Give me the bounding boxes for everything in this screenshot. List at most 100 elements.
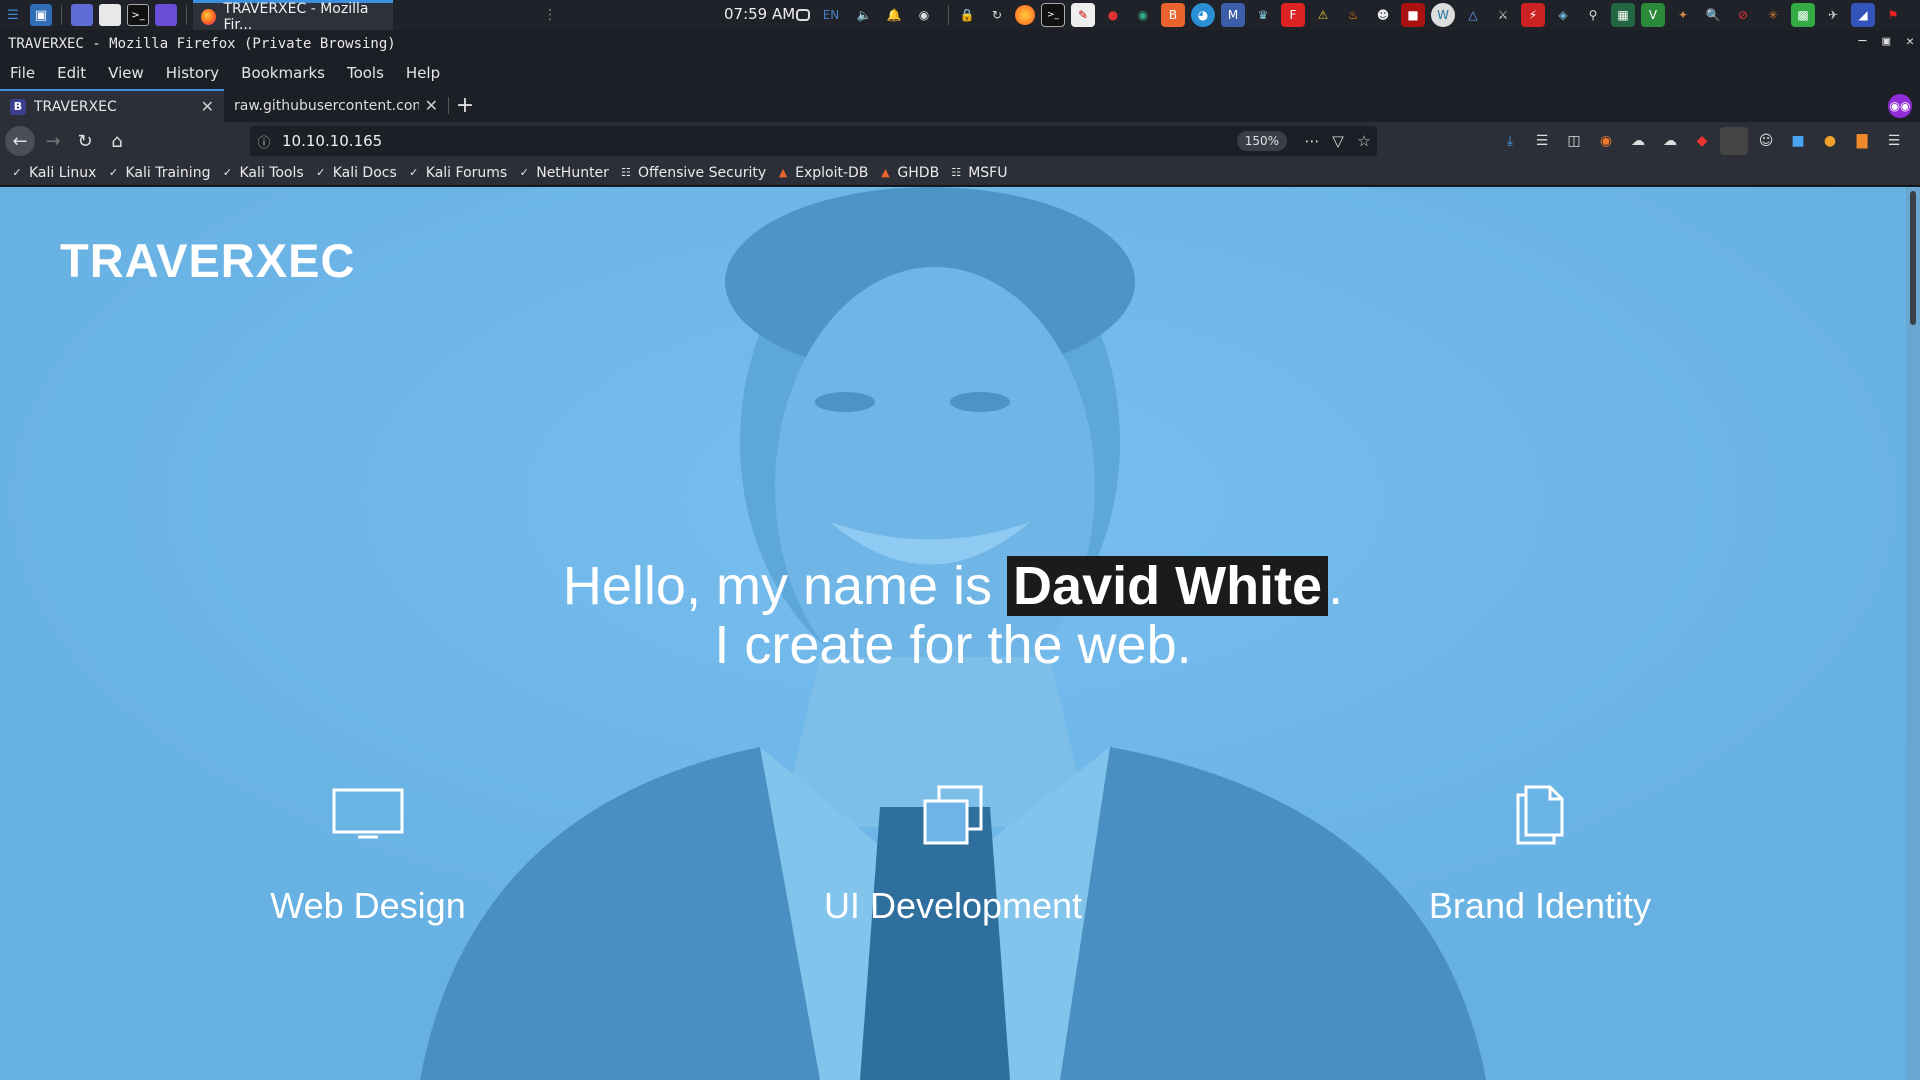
tab-github-raw[interactable]: raw.githubusercontent.com/ ✕ xyxy=(224,89,448,122)
display-icon[interactable] xyxy=(796,9,810,21)
knife-tool-icon[interactable]: ⚔ xyxy=(1491,3,1515,27)
tab-traverxec[interactable]: B TRAVERXEC ✕ xyxy=(0,89,224,122)
magnifier-tool-icon[interactable]: 🔍 xyxy=(1701,3,1725,27)
extension-badge-icon[interactable]: ■ xyxy=(1784,127,1812,155)
burpsuite-icon[interactable]: B xyxy=(1161,3,1185,27)
bookmark-exploit-db[interactable]: ▲ Exploit-DB xyxy=(776,165,869,181)
bug-tool-icon[interactable]: ✳ xyxy=(1761,3,1785,27)
terminal-icon[interactable]: >_ xyxy=(127,4,149,26)
back-button[interactable]: ← xyxy=(5,126,35,156)
url-text[interactable]: 10.10.10.165 xyxy=(278,132,1237,150)
page-viewport[interactable]: TRAVERXEC Hello, my name is David White.… xyxy=(0,187,1906,1080)
taskbar-grip-icon[interactable]: ⋮ xyxy=(543,7,557,23)
extension-cookie-icon[interactable]: ☁ xyxy=(1656,127,1684,155)
close-tab-icon[interactable]: ✕ xyxy=(425,96,438,115)
app-menu-icon[interactable]: ☰ xyxy=(1880,127,1908,155)
menu-bookmarks[interactable]: Bookmarks xyxy=(241,64,325,82)
faraday-icon[interactable]: F xyxy=(1281,3,1305,27)
cookie-editor-icon[interactable]: ● xyxy=(1816,127,1844,155)
menu-help[interactable]: Help xyxy=(406,64,440,82)
maximize-icon[interactable]: ▣ xyxy=(1882,34,1890,49)
close-tab-icon[interactable]: ✕ xyxy=(201,97,214,116)
wordpress-icon[interactable]: W xyxy=(1431,3,1455,27)
page-scrollbar[interactable] xyxy=(1906,187,1920,1080)
bookmark-kali-linux[interactable]: ✓ Kali Linux xyxy=(10,165,96,181)
metasploit-icon[interactable]: M xyxy=(1221,3,1245,27)
armitage-icon[interactable]: ♛ xyxy=(1251,3,1275,27)
new-tab-button[interactable]: + xyxy=(449,89,481,122)
cherrytree-icon[interactable]: ● xyxy=(1101,3,1125,27)
red-tool-icon[interactable]: ■ xyxy=(1401,3,1425,27)
clock[interactable]: 07:59 AM xyxy=(724,5,795,23)
reload-button[interactable]: ↻ xyxy=(69,125,101,157)
record-icon[interactable]: ◉ xyxy=(912,3,936,27)
globe-tool-icon[interactable]: ◈ xyxy=(1551,3,1575,27)
account-icon[interactable]: ☺ xyxy=(1752,127,1780,155)
refresh-tray-icon[interactable]: ↻ xyxy=(985,3,1009,27)
screenshot-icon[interactable] xyxy=(155,4,177,26)
bookmark-nethunter[interactable]: ✓ NetHunter xyxy=(517,165,609,181)
foxyproxy-icon[interactable]: ◉ xyxy=(1592,127,1620,155)
close-window-icon[interactable]: ✕ xyxy=(1906,34,1914,49)
bookmark-ghdb[interactable]: ▲ GHDB xyxy=(878,165,939,181)
document-tray-icon[interactable]: ✎ xyxy=(1071,3,1095,27)
mask-tool-icon[interactable]: ☻ xyxy=(1371,3,1395,27)
browser-tray-icon[interactable]: ◕ xyxy=(1191,3,1215,27)
notification-icon[interactable]: 🔔 xyxy=(882,3,906,27)
library-icon[interactable]: ☰ xyxy=(1528,127,1556,155)
volume-icon[interactable]: 🔈 xyxy=(852,3,876,27)
sidebar-icon[interactable]: ◫ xyxy=(1560,127,1588,155)
bookmark-offensive-security[interactable]: ☷ Offensive Security xyxy=(619,165,766,181)
keyboard-layout[interactable]: EN xyxy=(816,3,846,27)
ublock-icon[interactable]: ◆ xyxy=(1688,127,1716,155)
pocket-icon[interactable]: ▽ xyxy=(1325,132,1351,150)
lock-icon[interactable]: 🔒 xyxy=(955,3,979,27)
file-manager-icon[interactable] xyxy=(99,4,121,26)
site-info-icon[interactable]: ⓘ xyxy=(250,132,278,151)
minimize-icon[interactable]: ─ xyxy=(1859,34,1867,49)
lizard-tool-icon[interactable]: ✦ xyxy=(1671,3,1695,27)
warning-tool-icon[interactable]: ⚠ xyxy=(1311,3,1335,27)
menu-file[interactable]: File xyxy=(10,64,35,82)
terminal-tray-icon[interactable]: >_ xyxy=(1041,3,1065,27)
plane-tool-icon[interactable]: ✈ xyxy=(1821,3,1845,27)
window-titlebar[interactable]: TRAVERXEC - Mozilla Firefox (Private Bro… xyxy=(0,30,1920,57)
bookmark-kali-docs[interactable]: ✓ Kali Docs xyxy=(314,165,397,181)
site-logo[interactable]: TRAVERXEC xyxy=(60,233,355,288)
bookmark-kali-forums[interactable]: ✓ Kali Forums xyxy=(407,165,507,181)
flash-tool-icon[interactable]: ⚡ xyxy=(1521,3,1545,27)
bookmark-kali-training[interactable]: ✓ Kali Training xyxy=(106,165,211,181)
no-entry-tool-icon[interactable]: ⊘ xyxy=(1731,3,1755,27)
fire-tool-icon[interactable]: ♨ xyxy=(1341,3,1365,27)
menu-history[interactable]: History xyxy=(166,64,219,82)
scrollbar-thumb[interactable] xyxy=(1910,191,1916,325)
bookmark-star-icon[interactable]: ☆ xyxy=(1351,132,1377,150)
workspace-icon[interactable] xyxy=(71,4,93,26)
home-button[interactable]: ⌂ xyxy=(101,125,133,157)
forward-button[interactable]: → xyxy=(37,125,69,157)
taskbar-window-firefox[interactable]: TRAVERXEC - Mozilla Fir... xyxy=(193,0,393,33)
trash-extension-icon[interactable]: ▇ xyxy=(1848,127,1876,155)
key-tool-icon[interactable]: ⚲ xyxy=(1581,3,1605,27)
zoom-level-button[interactable]: 150% xyxy=(1236,131,1287,151)
vim-icon[interactable]: V xyxy=(1641,3,1665,27)
downloads-icon[interactable]: ⤓ xyxy=(1496,127,1524,155)
grid-tool-icon[interactable]: ▦ xyxy=(1611,3,1635,27)
maltego-icon[interactable]: ◉ xyxy=(1131,3,1155,27)
app-launcher-icon[interactable]: ▣ xyxy=(30,4,52,26)
red-flag-tool-icon[interactable]: ⚑ xyxy=(1881,3,1905,27)
extension-gray-icon[interactable] xyxy=(1720,127,1748,155)
extension-cloud-icon[interactable]: ☁ xyxy=(1624,127,1652,155)
wireshark-icon[interactable]: △ xyxy=(1461,3,1485,27)
menu-view[interactable]: View xyxy=(108,64,144,82)
menu-edit[interactable]: Edit xyxy=(57,64,86,82)
kali-menu-icon[interactable]: ☰ xyxy=(2,4,24,26)
url-bar[interactable]: ⓘ 10.10.10.165 150% ⋯ ▽ ☆ xyxy=(250,126,1377,156)
menu-tools[interactable]: Tools xyxy=(347,64,384,82)
green-tool-icon[interactable]: ▩ xyxy=(1791,3,1815,27)
blue-tool-icon[interactable]: ◢ xyxy=(1851,3,1875,27)
bookmark-kali-tools[interactable]: ✓ Kali Tools xyxy=(220,165,304,181)
page-actions-icon[interactable]: ⋯ xyxy=(1299,132,1325,150)
bookmark-msfu[interactable]: ☷ MSFU xyxy=(949,165,1007,181)
firefox-tray-icon[interactable] xyxy=(1015,5,1035,25)
